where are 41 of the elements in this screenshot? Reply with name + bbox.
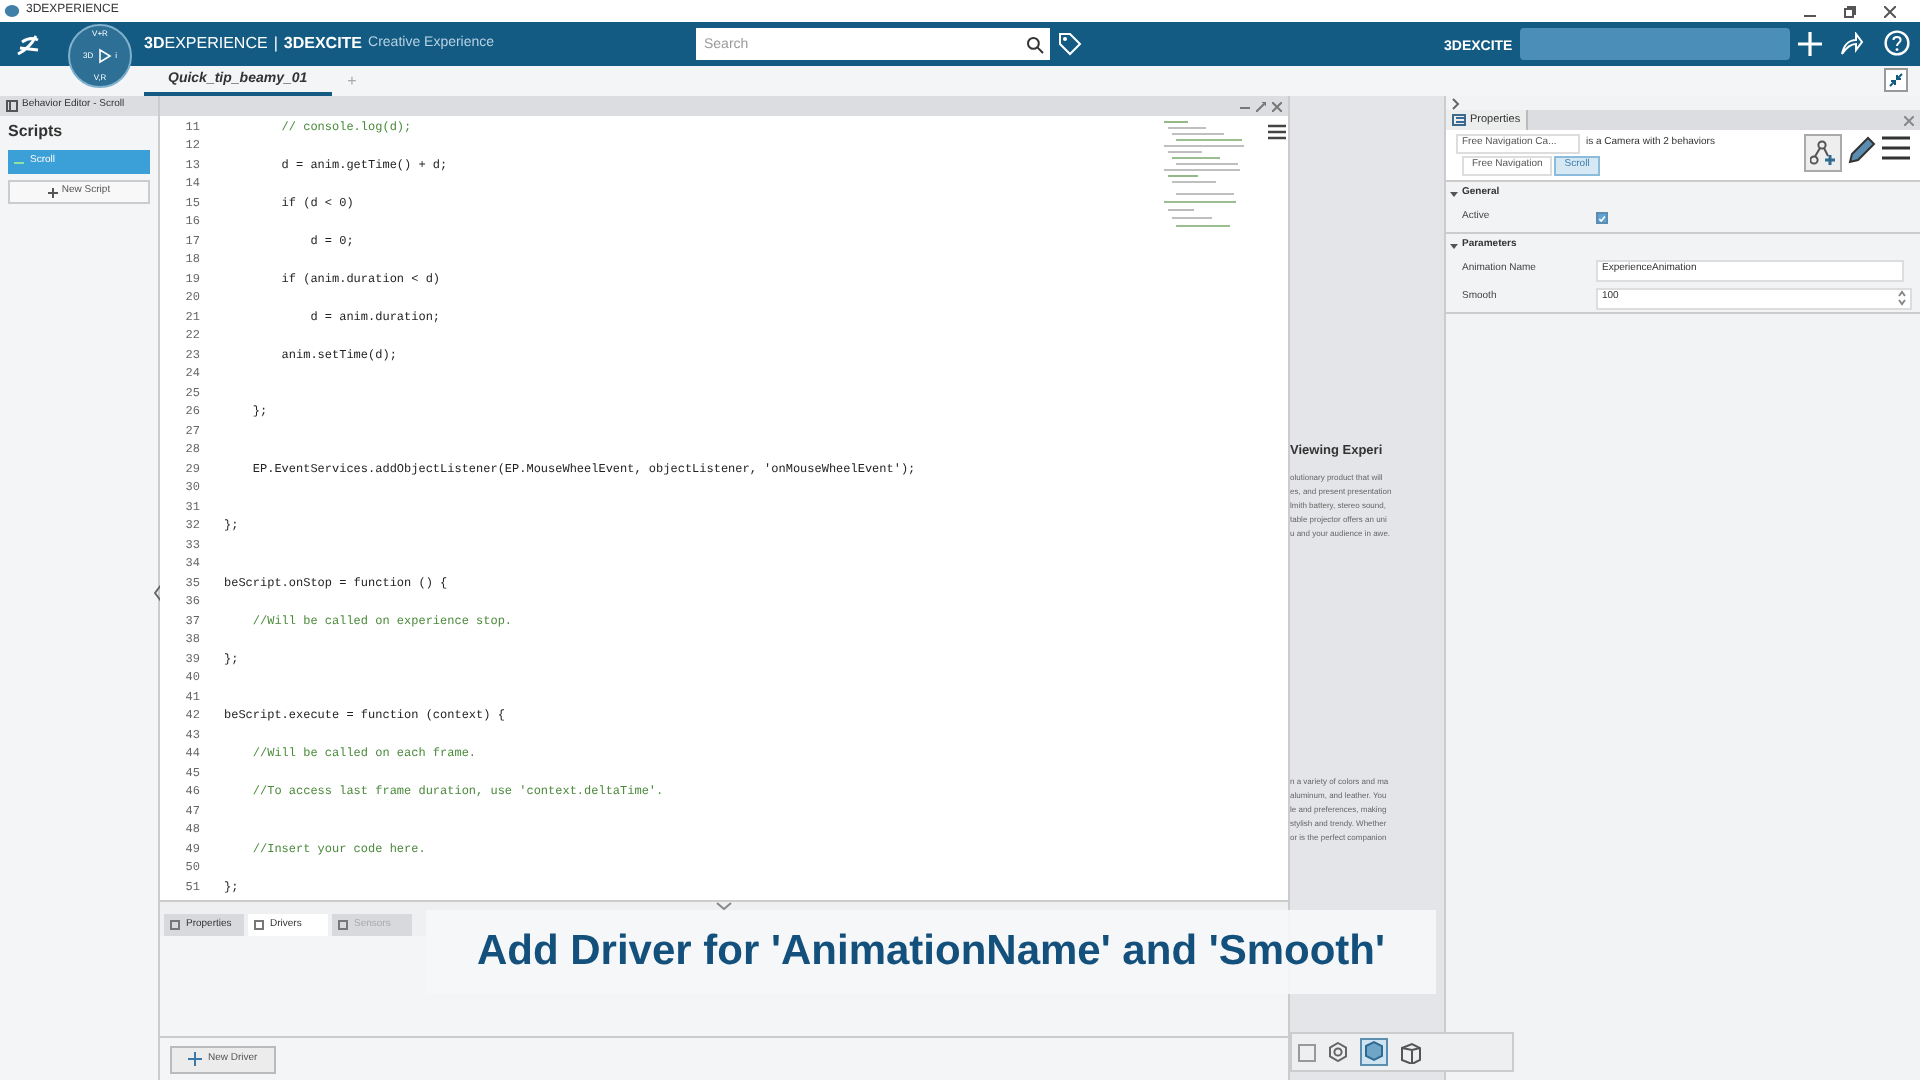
expand-icon[interactable] — [1256, 101, 1266, 111]
search-button[interactable] — [1018, 28, 1050, 60]
product-name: 3DEXCITE — [283, 32, 363, 56]
close-icon[interactable] — [1884, 5, 1896, 17]
expander-icon[interactable] — [1450, 189, 1458, 197]
shrink-icon — [1888, 72, 1904, 88]
panel-icon — [6, 100, 18, 112]
add-behavior-button[interactable] — [1804, 134, 1842, 172]
cube-icon[interactable] — [1400, 1041, 1422, 1063]
separator: | — [273, 32, 278, 56]
app-icon — [4, 4, 20, 18]
plus-icon — [188, 1052, 202, 1066]
tag-icon[interactable] — [1058, 32, 1082, 56]
hexagon-icon[interactable] — [1328, 1042, 1348, 1062]
cube-cursor-icon[interactable] — [1360, 1038, 1388, 1066]
collapse-button[interactable] — [1884, 68, 1908, 92]
chevron-down-icon[interactable] — [716, 902, 732, 910]
tab-icon — [170, 920, 180, 930]
menu-icon[interactable] — [1268, 124, 1286, 140]
tab-icon — [338, 920, 348, 930]
scripts-heading: Scripts — [6, 120, 65, 144]
restore-icon[interactable] — [1844, 5, 1856, 17]
plus-icon — [47, 187, 58, 197]
expander-icon[interactable] — [1450, 241, 1458, 249]
close-icon[interactable] — [1272, 101, 1282, 111]
share-icon[interactable] — [1840, 32, 1864, 56]
list-icon — [1452, 114, 1466, 126]
help-icon[interactable] — [1884, 30, 1910, 56]
spinner-icon[interactable] — [1898, 290, 1906, 306]
search-icon — [1025, 35, 1043, 53]
active-checkbox[interactable] — [1596, 212, 1608, 224]
nodes-plus-icon — [1810, 140, 1836, 166]
play-icon — [97, 48, 112, 64]
plus-icon[interactable] — [1798, 32, 1822, 56]
tab-icon — [254, 920, 264, 930]
pencil-icon[interactable] — [1846, 134, 1878, 166]
menu-icon[interactable] — [1882, 134, 1910, 162]
caption-text: Add Driver for 'AnimationName' and 'Smooth' — [476, 926, 1385, 979]
logo-icon — [14, 31, 42, 57]
brand-name: 3DEXPERIENCE — [144, 32, 268, 56]
minimize-icon[interactable] — [1240, 101, 1250, 111]
